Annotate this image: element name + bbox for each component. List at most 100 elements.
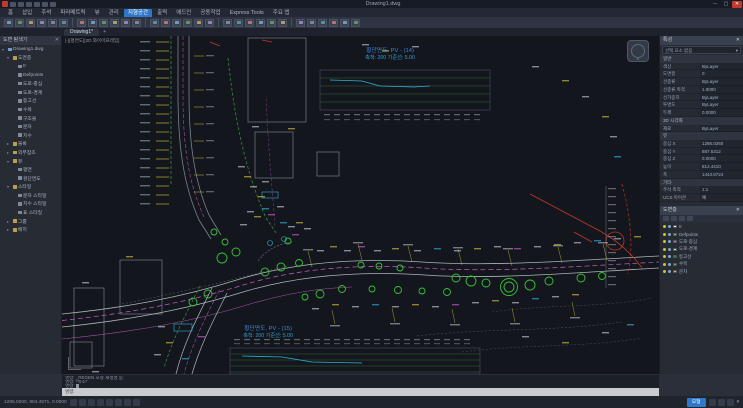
ribbon-button[interactable] xyxy=(26,18,35,27)
ribbon-button[interactable] xyxy=(172,18,181,27)
layer-on-icon[interactable] xyxy=(663,270,666,274)
new-layer-icon[interactable] xyxy=(663,216,669,222)
minimize-button[interactable]: ─ xyxy=(710,1,720,8)
status-toggle-icon[interactable] xyxy=(105,398,113,406)
ribbon-tab-4[interactable]: 뷰 xyxy=(91,9,104,17)
layer-filter-icon[interactable] xyxy=(687,216,693,222)
property-value[interactable]: ByLayer xyxy=(700,93,743,102)
layer-color-chip[interactable] xyxy=(673,270,677,274)
layer-color-chip[interactable] xyxy=(673,262,677,266)
property-value[interactable]: 1443.8724 xyxy=(700,171,743,179)
status-tool-icon[interactable] xyxy=(726,398,734,406)
ribbon-button[interactable] xyxy=(15,18,24,27)
ribbon-button[interactable] xyxy=(223,18,232,27)
viewport-controls-label[interactable]: [-][평면도][2D 와이어프레임] xyxy=(65,38,119,44)
tree-expand-icon[interactable]: ▸ xyxy=(7,150,11,155)
layer-freeze-icon[interactable] xyxy=(668,255,671,259)
ribbon-tab-5[interactable]: 관리 xyxy=(105,9,123,17)
layer-freeze-icon[interactable] xyxy=(668,270,671,274)
command-line[interactable]: 명령: _REGEN 모형 재생성 중. 명령: *취소* 명령: xyxy=(62,374,659,388)
layer-freeze-icon[interactable] xyxy=(668,232,671,236)
selection-dropdown[interactable]: 선택 요소 없음 ▾ xyxy=(662,46,741,54)
layer-row[interactable]: 문자 xyxy=(660,268,743,276)
tree-item[interactable]: 구조물 xyxy=(0,114,61,123)
ribbon-button[interactable] xyxy=(183,18,192,27)
layer-row[interactable]: 수목 xyxy=(660,260,743,268)
close-button[interactable]: ✕ xyxy=(732,0,742,8)
undo-icon[interactable] xyxy=(34,1,40,7)
layer-on-icon[interactable] xyxy=(663,240,666,244)
tree-item[interactable]: 표 스타일 xyxy=(0,208,61,217)
ribbon-tab-1[interactable]: 삽입 xyxy=(18,9,36,17)
status-toggle-icon[interactable] xyxy=(114,398,122,406)
document-tab-0[interactable]: Drawing1* xyxy=(64,29,100,36)
status-toggle-icon[interactable] xyxy=(69,398,77,406)
ribbon-button[interactable] xyxy=(4,18,13,27)
tree-item[interactable]: 평면 xyxy=(0,165,61,174)
ribbon-tab-2[interactable]: 주석 xyxy=(37,9,55,17)
viewcube[interactable]: S xyxy=(627,40,649,62)
tree-item[interactable]: 도로-중심 xyxy=(0,79,61,88)
model-space-button[interactable]: 모형 xyxy=(686,397,706,407)
property-value[interactable]: 1.0000 xyxy=(700,85,743,94)
status-toggle-icon[interactable] xyxy=(78,398,86,406)
ribbon-tab-11[interactable]: 주요 앱 xyxy=(269,9,294,17)
status-tool-icon[interactable] xyxy=(708,398,716,406)
status-toggle-icon[interactable] xyxy=(123,398,131,406)
tree-item[interactable]: ▸ 외부참조 xyxy=(0,148,61,157)
ribbon-button[interactable] xyxy=(307,18,316,27)
property-section-2[interactable]: 뷰 xyxy=(660,132,743,140)
ribbon-button[interactable] xyxy=(267,18,276,27)
ribbon-button[interactable] xyxy=(296,18,305,27)
layer-color-chip[interactable] xyxy=(673,247,677,251)
property-value[interactable]: ByLayer xyxy=(700,62,743,71)
layer-row[interactable]: 도로-경계 xyxy=(660,245,743,253)
layer-on-icon[interactable] xyxy=(663,232,666,236)
explorer-close-icon[interactable]: ✕ xyxy=(55,36,61,45)
tree-expand-icon[interactable]: ▸ xyxy=(7,219,11,224)
drawing-canvas[interactable]: [-][평면도][2D 와이어프레임] 횡단면도. PV - (14) 축척: … xyxy=(62,36,659,374)
layer-on-icon[interactable] xyxy=(663,225,666,229)
property-value[interactable]: 812.4410 xyxy=(700,163,743,172)
tree-expand-icon[interactable]: ▸ xyxy=(7,141,11,146)
layer-on-icon[interactable] xyxy=(663,262,666,266)
property-section-3[interactable]: 기타 xyxy=(660,178,743,187)
layer-freeze-icon[interactable] xyxy=(668,262,671,266)
status-toggle-icon[interactable] xyxy=(87,398,95,406)
tree-item[interactable]: 등고선 xyxy=(0,97,61,106)
ribbon-button[interactable] xyxy=(245,18,254,27)
ribbon-button[interactable] xyxy=(161,18,170,27)
tree-item[interactable]: ▸ 블록 xyxy=(0,140,61,149)
property-value[interactable]: 0 xyxy=(700,70,743,79)
tree-expand-icon[interactable]: ▾ xyxy=(7,55,11,60)
open-icon[interactable] xyxy=(18,1,24,7)
ribbon-button[interactable] xyxy=(318,18,327,27)
ribbon-button[interactable] xyxy=(88,18,97,27)
layer-freeze-icon[interactable] xyxy=(668,240,671,244)
ribbon-tab-3[interactable]: 파라메트릭 xyxy=(56,9,89,17)
ribbon-button[interactable] xyxy=(77,18,86,27)
new-icon[interactable] xyxy=(10,1,16,7)
status-tool-icon[interactable] xyxy=(717,398,725,406)
property-value[interactable]: ByLayer xyxy=(700,124,743,133)
layer-color-chip[interactable] xyxy=(673,232,677,236)
set-current-layer-icon[interactable] xyxy=(679,216,685,222)
customize-menu-icon[interactable]: ▾ xyxy=(737,400,739,405)
tree-item[interactable]: 치수 xyxy=(0,131,61,140)
layer-color-chip[interactable] xyxy=(673,240,677,244)
layer-freeze-icon[interactable] xyxy=(668,225,671,229)
property-value[interactable]: ByLayer xyxy=(700,78,743,86)
property-value[interactable]: 0.0000 xyxy=(700,155,743,164)
ribbon-button[interactable] xyxy=(329,18,338,27)
delete-layer-icon[interactable] xyxy=(671,216,677,222)
property-value[interactable]: 1:1 xyxy=(700,186,743,195)
tree-item[interactable]: ▾ 도면층 xyxy=(0,54,61,63)
property-section-0[interactable]: 일반 xyxy=(660,55,743,63)
ribbon-button[interactable] xyxy=(234,18,243,27)
ribbon-button[interactable] xyxy=(205,18,214,27)
ribbon-button[interactable] xyxy=(351,18,360,27)
layer-color-chip[interactable] xyxy=(673,225,677,229)
layer-color-chip[interactable] xyxy=(673,255,677,259)
property-section-1[interactable]: 3D 시각화 xyxy=(660,117,743,125)
ribbon-button[interactable] xyxy=(110,18,119,27)
